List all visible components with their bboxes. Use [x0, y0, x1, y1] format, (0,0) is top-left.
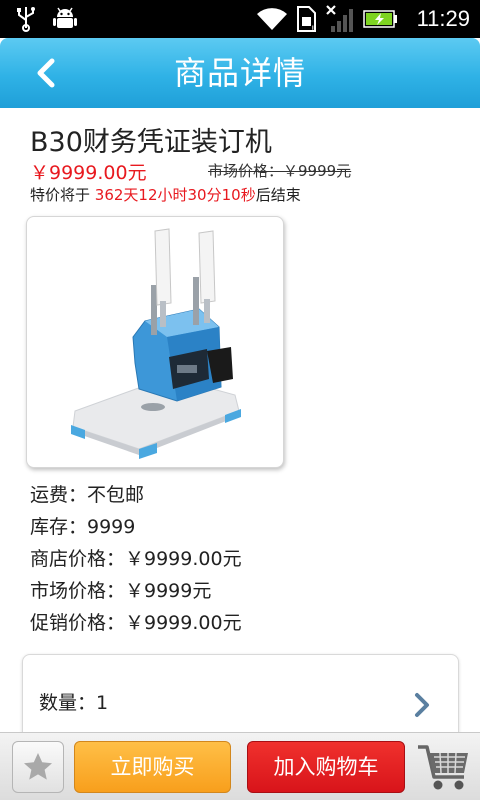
sim-icon: !: [292, 0, 320, 38]
product-name: B30财务凭证装订机: [30, 127, 272, 158]
bottom-toolbar: 立即购买 加入购物车: [0, 732, 480, 800]
shipping-info: 运费：不包邮: [30, 484, 145, 506]
battery-charging-icon: [362, 0, 400, 38]
market-price-info: 市场价格：￥9999元: [30, 580, 212, 602]
android-debug-icon: [50, 0, 80, 38]
countdown-text: 特价将于 362天12小时30分10秒后结束: [30, 184, 301, 205]
promo-price-info: 促销价格：￥9999.00元: [30, 612, 242, 634]
signal-icon: [324, 0, 358, 38]
product-image[interactable]: [26, 216, 284, 468]
star-icon: [24, 753, 52, 780]
usb-icon: [12, 0, 40, 38]
app-header: 商品详情: [0, 38, 480, 108]
page-title: 商品详情: [173, 54, 306, 92]
countdown-prefix: 特价将于: [30, 186, 91, 204]
buy-now-button[interactable]: 立即购买: [74, 741, 231, 793]
countdown-suffix: 后结束: [255, 186, 301, 204]
current-price: ￥9999.00元: [30, 162, 147, 184]
quantity-label: 数量：1: [39, 692, 109, 714]
favorite-button[interactable]: [12, 741, 64, 793]
market-price-strikethrough: 市场价格：￥9999元: [208, 162, 352, 180]
status-bar: ! 11:29: [0, 0, 480, 38]
price-row: ￥9999.00元 市场价格：￥9999元: [30, 158, 450, 184]
chevron-right-icon: [415, 693, 429, 717]
add-to-cart-button[interactable]: 加入购物车: [247, 741, 405, 793]
clock: 11:29: [416, 6, 470, 31]
shopping-cart-icon: [418, 745, 468, 790]
store-price-info: 商店价格：￥9999.00元: [30, 548, 242, 570]
svg-text:!: !: [311, 25, 315, 33]
cart-button[interactable]: [414, 737, 474, 797]
stock-info: 库存：9999: [30, 516, 136, 538]
wifi-icon: [254, 0, 290, 38]
binding-machine-image: [71, 228, 241, 459]
countdown-value: 362天12小时30分10秒: [94, 186, 256, 204]
